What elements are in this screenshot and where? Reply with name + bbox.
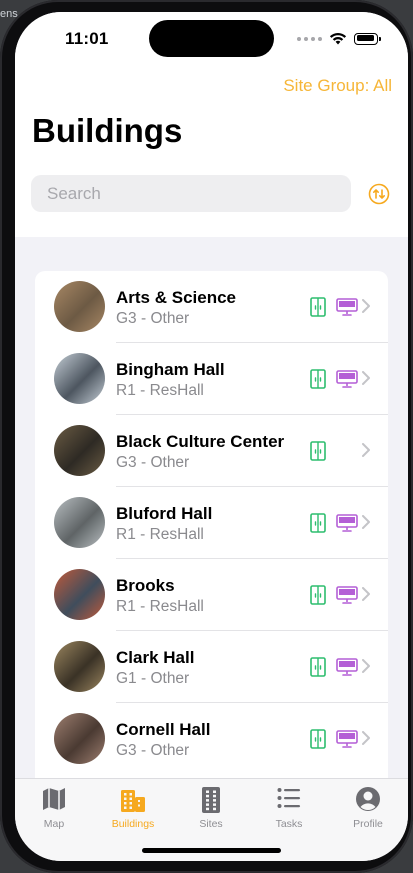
site-group-filter[interactable]: Site Group: All (283, 76, 392, 96)
building-category: R1 - ResHall (116, 382, 204, 399)
chevron-right-icon (362, 299, 370, 313)
display-icon (336, 514, 358, 532)
building-row[interactable]: Brooks R1 - ResHall (35, 559, 388, 631)
display-icon (336, 586, 358, 604)
building-photo (54, 425, 105, 476)
building-photo (54, 713, 105, 764)
building-photo (54, 569, 105, 620)
search-input[interactable] (31, 175, 351, 212)
app-screen: 11:01 Site Group: All Buildings Arts & S… (15, 12, 408, 861)
tasks-icon (250, 786, 328, 814)
status-indicators (297, 32, 381, 45)
home-indicator (142, 848, 281, 853)
building-photo (54, 281, 105, 332)
building-feature-icons (310, 369, 358, 389)
door-icon (310, 729, 326, 749)
building-category: G3 - Other (116, 310, 190, 327)
building-row[interactable]: Bluford Hall R1 - ResHall (35, 487, 388, 559)
tab-sites[interactable]: Sites (172, 779, 250, 830)
buildings-list: Arts & Science G3 - Other Bingham Hall R… (35, 271, 388, 791)
dynamic-island (149, 20, 274, 57)
building-feature-icons (310, 441, 358, 461)
chevron-right-icon (362, 371, 370, 385)
building-category: R1 - ResHall (116, 598, 204, 615)
door-icon (310, 297, 326, 317)
door-icon (310, 585, 326, 605)
tab-label: Profile (353, 818, 383, 830)
tab-label: Sites (199, 818, 223, 830)
battery-icon (354, 32, 381, 45)
building-feature-icons (310, 729, 358, 749)
building-category: R1 - ResHall (116, 526, 204, 543)
tab-profile[interactable]: Profile (329, 779, 407, 830)
chevron-right-icon (362, 443, 370, 457)
building-category: G3 - Other (116, 454, 190, 471)
door-icon (310, 441, 326, 461)
chevron-right-icon (362, 731, 370, 745)
building-feature-icons (310, 297, 358, 317)
building-photo (54, 641, 105, 692)
building-feature-icons (310, 513, 358, 533)
display-icon (336, 298, 358, 316)
search-bar (31, 175, 351, 212)
building-name: Bluford Hall (116, 504, 213, 523)
chevron-right-icon (362, 587, 370, 601)
building-feature-icons (310, 657, 358, 677)
buildings-icon (94, 786, 172, 814)
sites-icon (172, 786, 250, 814)
building-name: Cornell Hall (116, 720, 211, 739)
chevron-right-icon (362, 515, 370, 529)
tab-label: Tasks (275, 818, 303, 830)
display-icon (336, 730, 358, 748)
building-category: G1 - Other (116, 670, 190, 687)
building-name: Arts & Science (116, 288, 236, 307)
sort-icon[interactable] (368, 183, 390, 205)
building-photo (54, 353, 105, 404)
building-feature-icons (310, 585, 358, 605)
door-icon (310, 657, 326, 677)
building-row[interactable]: Arts & Science G3 - Other (35, 271, 388, 343)
building-row[interactable]: Bingham Hall R1 - ResHall (35, 343, 388, 415)
profile-icon (329, 786, 407, 814)
display-icon (336, 370, 358, 388)
display-icon (336, 658, 358, 676)
building-row[interactable]: Black Culture Center G3 - Other (35, 415, 388, 487)
map-icon (15, 786, 93, 814)
building-name: Clark Hall (116, 648, 195, 667)
building-name: Brooks (116, 576, 175, 595)
tab-buildings[interactable]: Buildings (94, 779, 172, 830)
building-row[interactable]: Cornell Hall G3 - Other (35, 703, 388, 775)
building-name: Black Culture Center (116, 432, 285, 451)
building-photo (54, 497, 105, 548)
tab-tasks[interactable]: Tasks (250, 779, 328, 830)
wifi-icon (329, 32, 347, 45)
status-time: 11:01 (65, 29, 109, 48)
door-icon (310, 513, 326, 533)
phone-frame: 11:01 Site Group: All Buildings Arts & S… (0, 0, 413, 873)
building-name: Bingham Hall (116, 360, 225, 379)
tab-label: Buildings (111, 818, 155, 830)
tab-map[interactable]: Map (15, 779, 93, 830)
signal-icon (297, 36, 322, 41)
building-row[interactable]: Clark Hall G1 - Other (35, 631, 388, 703)
page-title: Buildings (32, 112, 183, 149)
door-icon (310, 369, 326, 389)
tab-label: Map (43, 818, 65, 830)
building-category: G3 - Other (116, 742, 190, 759)
chevron-right-icon (362, 659, 370, 673)
